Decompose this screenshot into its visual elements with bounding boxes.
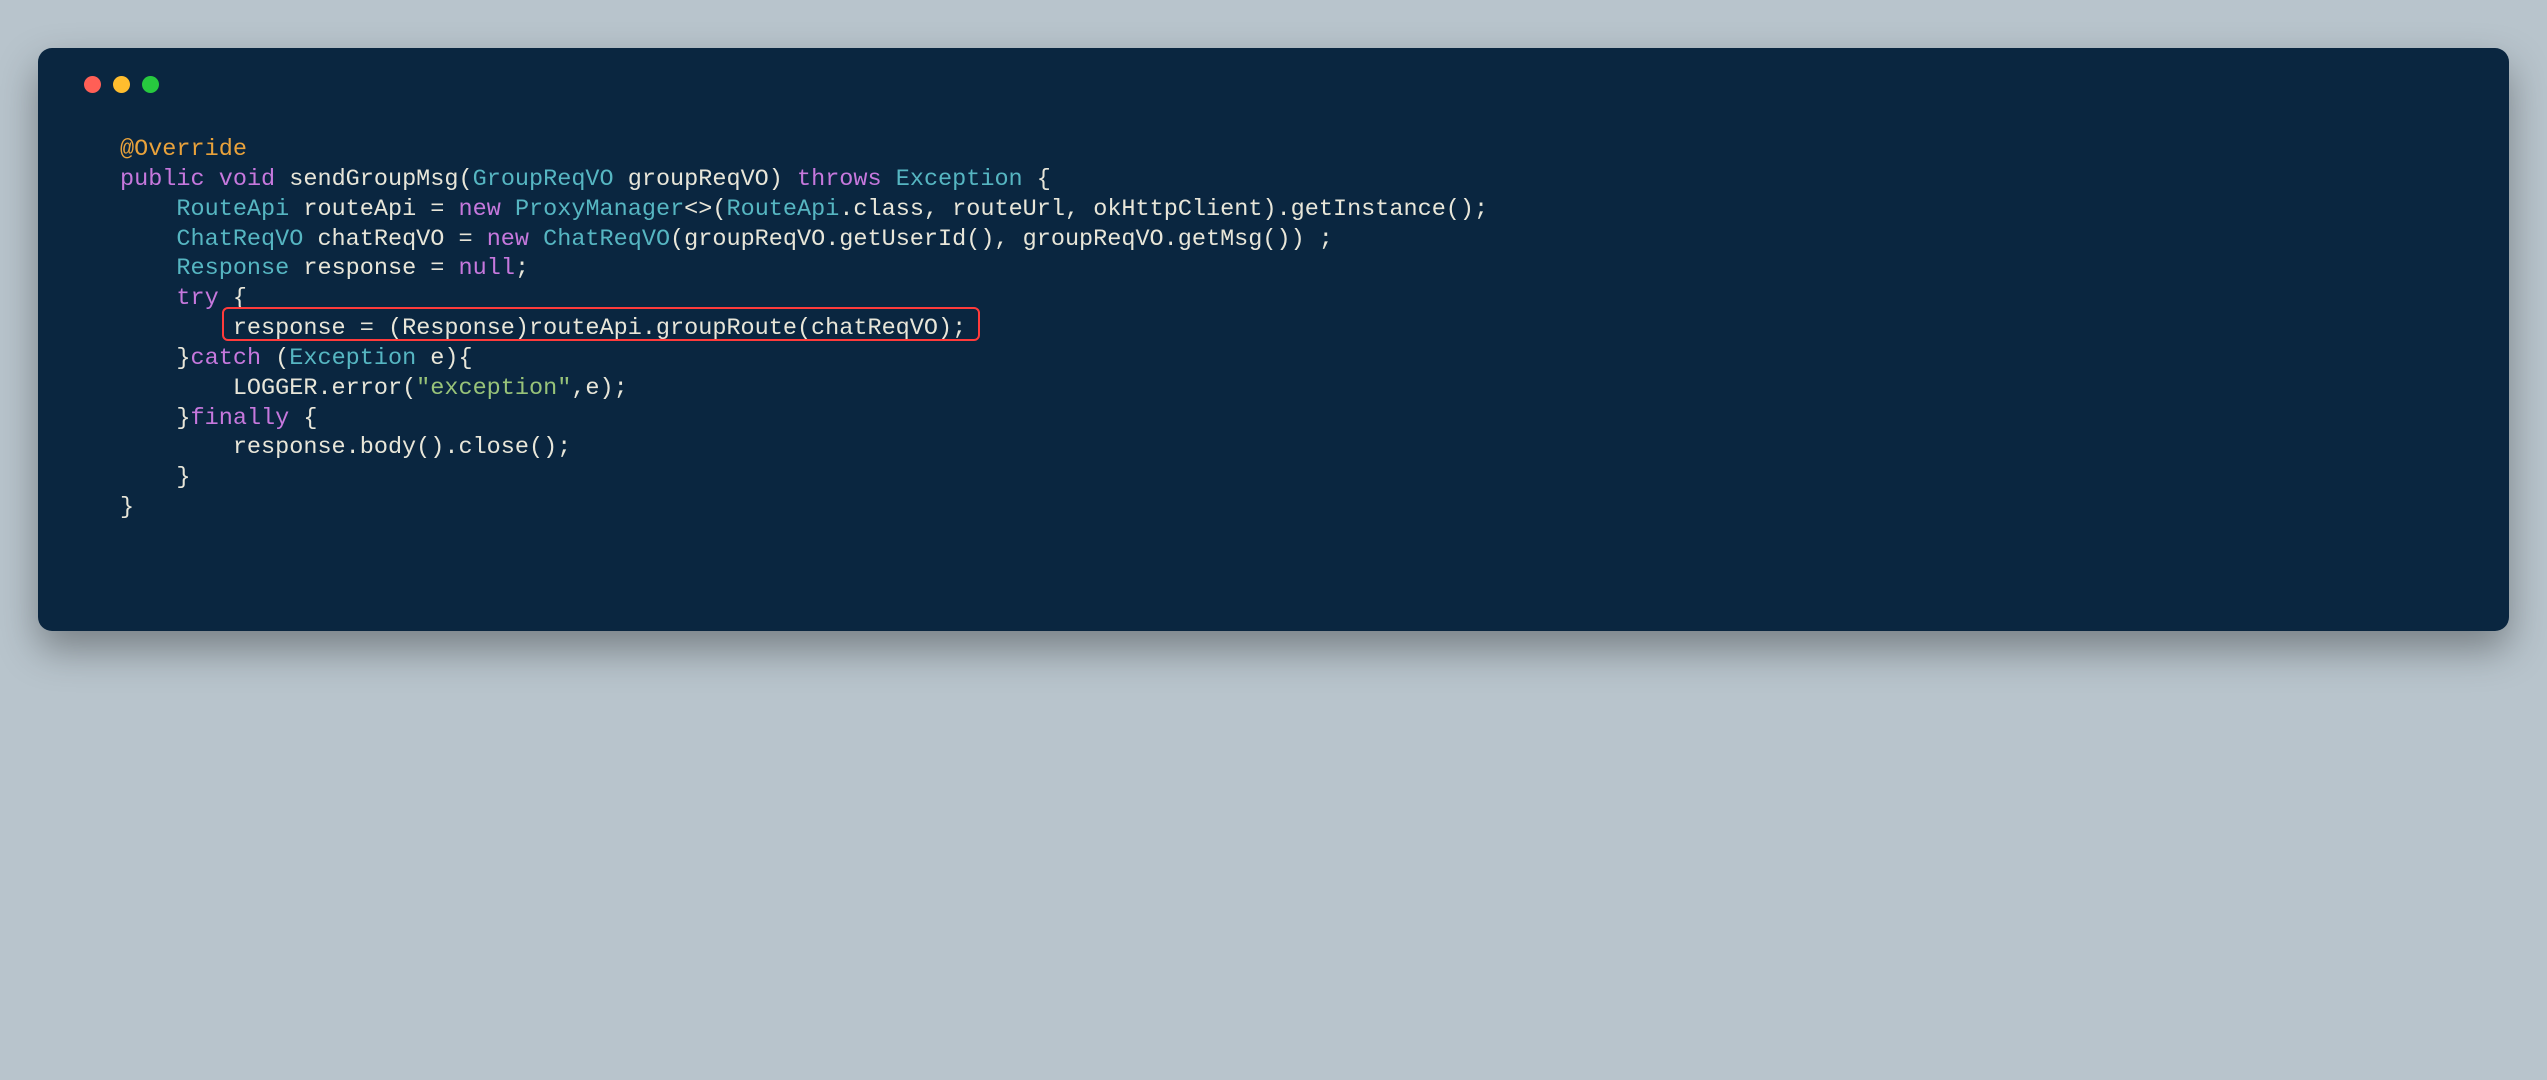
type: ChatReqVO	[176, 226, 303, 253]
kw-void: void	[219, 166, 275, 193]
zoom-icon[interactable]	[142, 76, 159, 93]
brace: {	[303, 405, 317, 432]
eq: =	[430, 255, 444, 282]
ctor: ProxyManager	[515, 196, 684, 223]
kw-new: new	[459, 196, 501, 223]
paren: (	[275, 345, 289, 372]
kw-public: public	[120, 166, 205, 193]
arg: .getMsg()	[1164, 226, 1291, 253]
catch-var: e	[430, 345, 444, 372]
paren: (	[459, 166, 473, 193]
kw-catch: catch	[191, 345, 262, 372]
arg: routeUrl	[952, 196, 1065, 223]
minimize-icon[interactable]	[113, 76, 130, 93]
eq: =	[360, 315, 374, 342]
code-window: @Override public void sendGroupMsg(Group…	[38, 48, 2509, 631]
string-literal: "exception"	[416, 375, 571, 402]
kw-throws: throws	[797, 166, 882, 193]
var: chatReqVO	[317, 226, 444, 253]
kw-finally: finally	[191, 405, 290, 432]
null-literal: null	[459, 255, 515, 282]
kw-new: new	[487, 226, 529, 253]
cast: (Response)	[388, 315, 529, 342]
annotation: @Override	[120, 136, 247, 163]
paren: )	[1291, 226, 1305, 253]
brace: {	[1037, 166, 1051, 193]
method-name: sendGroupMsg	[289, 166, 458, 193]
arg: groupReqVO	[1023, 226, 1164, 253]
paren: (	[670, 226, 684, 253]
class-suffix: .class	[839, 196, 924, 223]
catch-type: Exception	[289, 345, 416, 372]
eq: =	[430, 196, 444, 223]
stmt: response.body().close();	[233, 434, 571, 461]
eq: =	[458, 226, 472, 253]
call: routeApi.groupRoute(chatReqVO);	[529, 315, 966, 342]
paren: )	[444, 345, 458, 372]
brace: }	[176, 464, 190, 491]
call: .error(	[317, 375, 416, 402]
arg: groupReqVO	[684, 226, 825, 253]
close-icon[interactable]	[84, 76, 101, 93]
logger: LOGGER	[233, 375, 318, 402]
brace: }	[176, 405, 190, 432]
window-controls	[70, 70, 2477, 93]
var: response	[303, 255, 416, 282]
ctor: ChatReqVO	[543, 226, 670, 253]
tail: .getInstance();	[1277, 196, 1489, 223]
brace: {	[459, 345, 473, 372]
param-name: groupReqVO	[628, 166, 769, 193]
brace: }	[176, 345, 190, 372]
param-type: GroupReqVO	[473, 166, 614, 193]
arg: okHttpClient	[1093, 196, 1262, 223]
brace: {	[233, 285, 247, 312]
code-block: @Override public void sendGroupMsg(Group…	[120, 135, 2477, 583]
semi: ;	[515, 255, 529, 282]
paren: )	[1262, 196, 1276, 223]
angle: <>	[684, 196, 712, 223]
exception-type: Exception	[896, 166, 1023, 193]
paren: )	[769, 166, 783, 193]
type: RouteApi	[176, 196, 289, 223]
arg: .getUserId()	[825, 226, 994, 253]
arg: RouteApi	[727, 196, 840, 223]
brace: }	[120, 494, 134, 521]
rest: ,e);	[571, 375, 627, 402]
tail: ;	[1305, 226, 1333, 253]
kw-try: try	[176, 285, 218, 312]
type: Response	[176, 255, 289, 282]
var: routeApi	[303, 196, 416, 223]
lhs: response	[233, 315, 346, 342]
paren: (	[712, 196, 726, 223]
